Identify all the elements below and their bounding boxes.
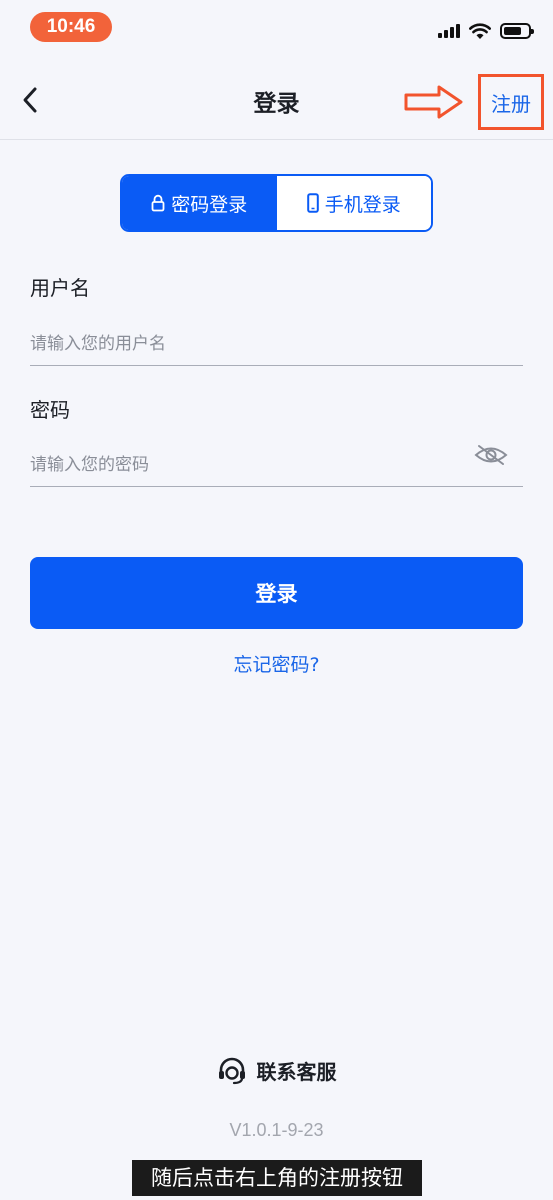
tab-label: 密码登录 xyxy=(171,193,248,216)
video-subtitle: 随后点击右上角的注册按钮 xyxy=(132,1160,422,1196)
password-label: 密码 xyxy=(30,398,70,422)
status-time: 10:46 xyxy=(30,12,112,42)
wifi-icon xyxy=(469,22,491,39)
username-label: 用户名 xyxy=(30,276,90,300)
eye-off-icon xyxy=(474,445,508,465)
status-icons xyxy=(438,20,534,42)
phone-icon xyxy=(306,193,319,213)
forgot-password-link[interactable]: 忘记密码? xyxy=(0,650,553,677)
page-title: 登录 xyxy=(253,91,300,117)
app-version: V1.0.1-9-23 xyxy=(229,1120,324,1140)
toggle-password-visibility-button[interactable] xyxy=(472,440,510,470)
tab-label: 手机登录 xyxy=(324,193,401,216)
password-input[interactable] xyxy=(30,443,523,487)
username-input[interactable] xyxy=(30,322,523,366)
signal-icon xyxy=(438,24,460,38)
tab-password-login[interactable]: 密码登录 xyxy=(122,176,277,230)
headset-icon xyxy=(218,1057,245,1084)
battery-icon xyxy=(500,23,534,39)
login-button[interactable]: 登录 xyxy=(30,557,523,629)
login-mode-tabs: 密码登录 手机登录 xyxy=(120,174,433,232)
tab-phone-login[interactable]: 手机登录 xyxy=(276,176,431,230)
status-bar: 10:46 xyxy=(0,0,553,56)
register-link[interactable]: 注册 xyxy=(491,88,531,117)
lock-icon xyxy=(151,194,165,212)
login-screen: 10:46 登录 注册 密码登录 手机登录 用户名 请输入您的用户名 密码 登录… xyxy=(0,0,553,1200)
support-label: 联系客服 xyxy=(256,1060,337,1084)
register-highlight-box: 注册 xyxy=(478,74,544,130)
nav-header: 登录 注册 xyxy=(0,64,553,140)
annotation-arrow-icon xyxy=(404,85,463,119)
contact-support-button[interactable]: 联系客服 xyxy=(0,1056,553,1085)
